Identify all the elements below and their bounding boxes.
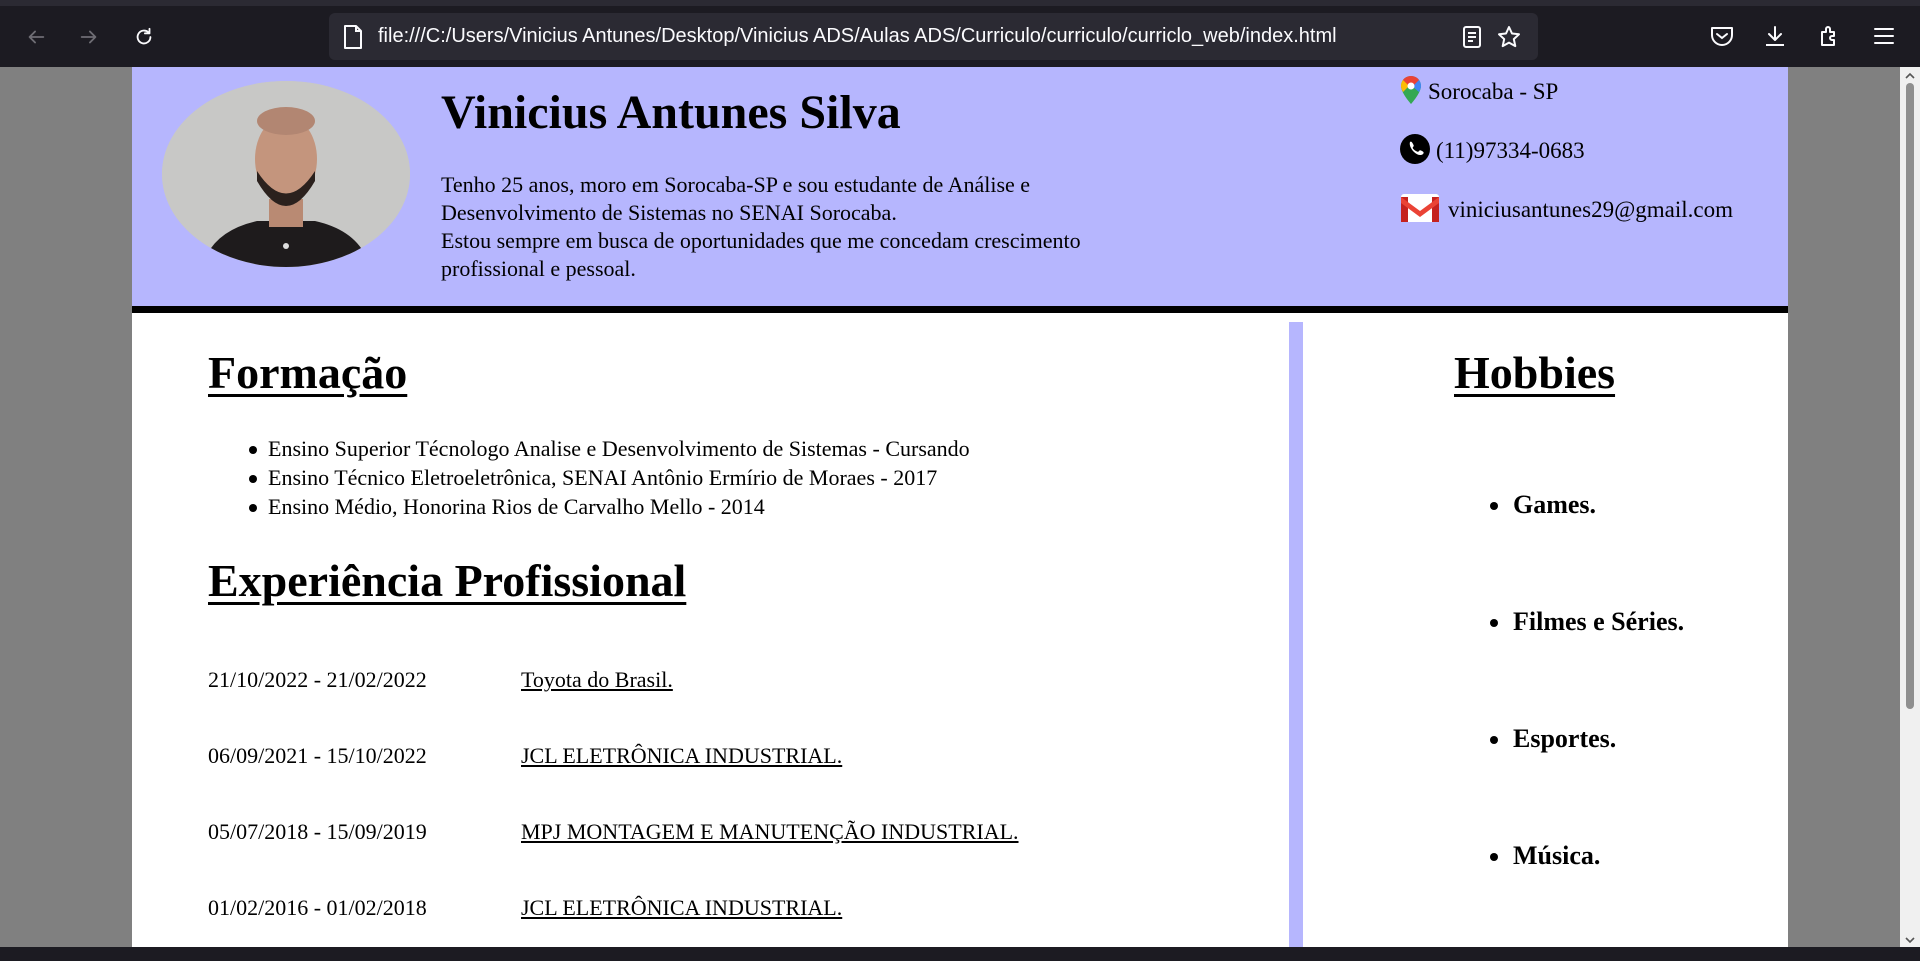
bio-text: Tenho 25 anos, moro em Sorocaba-SP e sou… — [441, 171, 1141, 283]
vertical-scrollbar[interactable] — [1900, 67, 1920, 947]
phone-text: (11)97334-0683 — [1436, 138, 1585, 163]
bookmark-star-icon[interactable] — [1496, 24, 1522, 50]
reload-button[interactable] — [127, 20, 161, 54]
window-bottom-edge — [0, 947, 1920, 961]
reader-mode-icon[interactable] — [1459, 24, 1485, 50]
hobby-item: Filmes e Séries. — [1489, 607, 1685, 636]
gmail-icon — [1400, 193, 1440, 223]
experience-dates: 01/02/2016 - 01/02/2018 — [208, 895, 427, 920]
experience-company-link[interactable]: JCL ELETRÔNICA INDUSTRIAL. — [521, 743, 842, 769]
resume-header: Vinicius Antunes Silva Tenho 25 anos, mo… — [132, 67, 1788, 306]
experience-dates: 05/07/2018 - 15/09/2019 — [208, 819, 427, 844]
back-button[interactable] — [19, 20, 53, 54]
profile-photo — [162, 81, 410, 267]
location-text: Sorocaba - SP — [1428, 79, 1559, 104]
scrollbar-thumb[interactable] — [1906, 83, 1914, 709]
education-heading: Formação — [208, 347, 408, 398]
url-text[interactable]: file:///C:/Users/Vinicius Antunes/Deskto… — [378, 25, 1337, 48]
menu-icon[interactable] — [1869, 21, 1899, 51]
forward-button[interactable] — [72, 20, 106, 54]
email-text[interactable]: viniciusantunes29@gmail.com — [1448, 197, 1733, 223]
experience-heading: Experiência Profissional — [208, 555, 687, 606]
hobbies-heading: Hobbies — [1454, 347, 1616, 398]
hobby-item: Esportes. — [1489, 724, 1617, 753]
phone-icon — [1400, 134, 1430, 164]
tab-strip — [0, 0, 1920, 6]
experience-dates: 06/09/2021 - 15/10/2022 — [208, 743, 427, 768]
hobby-item: Música. — [1489, 841, 1601, 870]
contact-email: viniciusantunes29@gmail.com — [1400, 193, 1733, 223]
education-item: Ensino Médio, Honorina Rios de Carvalho … — [249, 492, 970, 521]
education-item: Ensino Técnico Eletroeletrônica, SENAI A… — [249, 463, 970, 492]
person-name: Vinicius Antunes Silva — [441, 86, 901, 139]
education-list: Ensino Superior Técnologo Analise e Dese… — [249, 434, 970, 521]
url-bar[interactable]: file:///C:/Users/Vinicius Antunes/Deskto… — [329, 13, 1538, 60]
experience-company-link[interactable]: MPJ MONTAGEM E MANUTENÇÃO INDUSTRIAL. — [521, 819, 1019, 845]
back-icon — [28, 30, 45, 44]
bio-line: Estou sempre em busca de oportunidades q… — [441, 228, 1081, 281]
experience-company-link[interactable]: JCL ELETRÔNICA INDUSTRIAL. — [521, 895, 842, 921]
header-divider — [132, 306, 1788, 313]
resume-page: Vinicius Antunes Silva Tenho 25 anos, mo… — [132, 67, 1788, 947]
downloads-icon[interactable] — [1760, 21, 1790, 51]
extensions-icon[interactable] — [1815, 21, 1845, 51]
experience-company-link[interactable]: Toyota do Brasil. — [521, 667, 673, 693]
pocket-icon[interactable] — [1707, 21, 1737, 51]
forward-icon — [80, 30, 97, 44]
contact-location: Sorocaba - SP — [1400, 75, 1558, 105]
hobby-item: Games. — [1489, 490, 1597, 519]
bio-line: Tenho 25 anos, moro em Sorocaba-SP e sou… — [441, 172, 1031, 225]
scroll-down-arrow-icon[interactable] — [1904, 933, 1916, 945]
page-icon — [339, 23, 367, 51]
browser-toolbar: file:///C:/Users/Vinicius Antunes/Deskto… — [0, 0, 1920, 67]
education-item: Ensino Superior Técnologo Analise e Dese… — [249, 436, 970, 461]
scroll-up-arrow-icon[interactable] — [1904, 69, 1916, 81]
reload-icon — [136, 27, 152, 45]
map-pin-icon — [1400, 75, 1422, 105]
experience-dates: 21/10/2022 - 21/02/2022 — [208, 667, 427, 692]
sidebar-divider — [1289, 322, 1303, 947]
contact-phone: (11)97334-0683 — [1400, 134, 1585, 164]
